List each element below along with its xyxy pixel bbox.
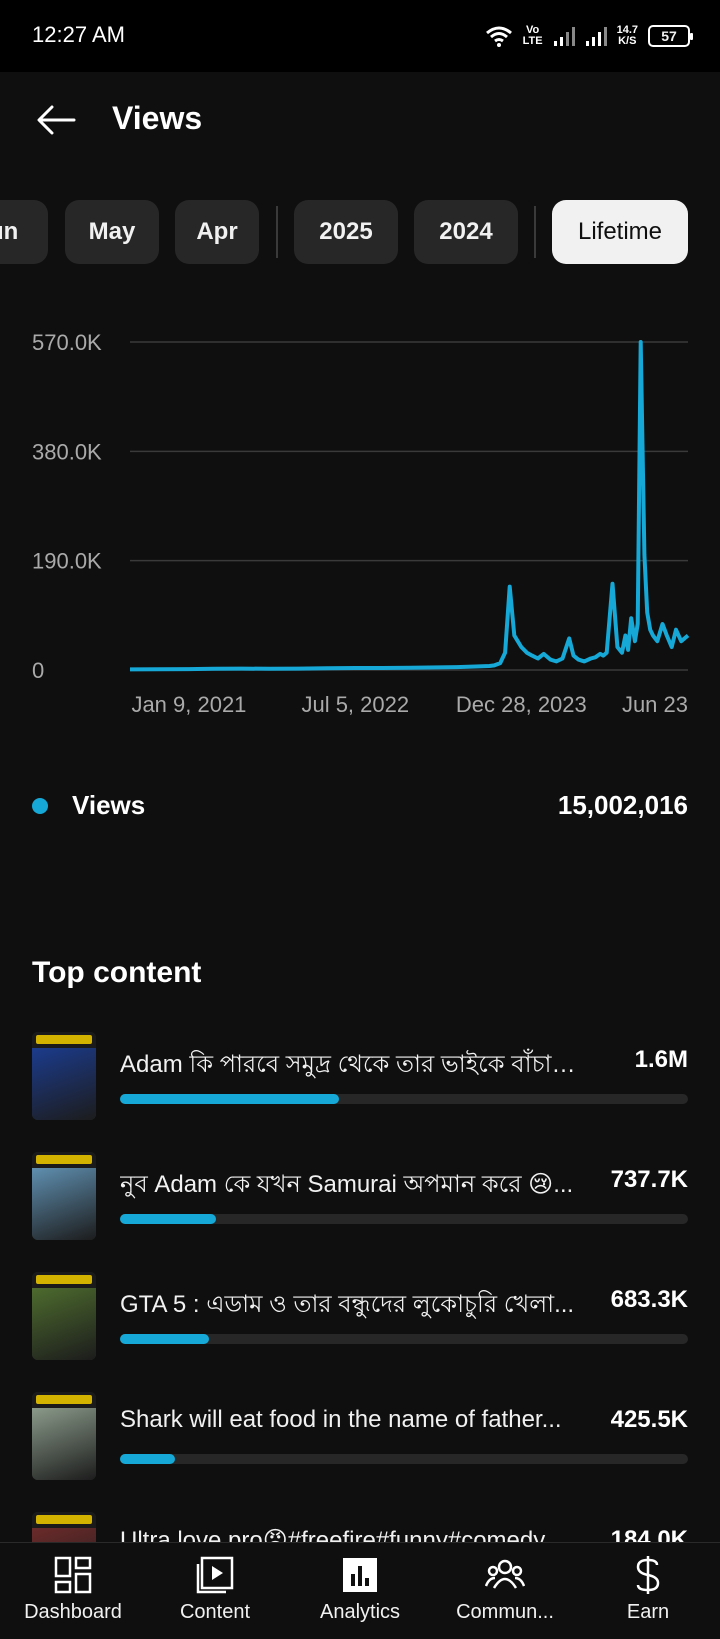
wifi-icon xyxy=(485,26,512,47)
bottom-nav: Dashboard Content Analytics Commun... Ea… xyxy=(0,1542,720,1639)
views-bar-fill xyxy=(120,1214,216,1224)
video-views: 683.3K xyxy=(610,1286,688,1313)
chip-apr[interactable]: Apr xyxy=(175,200,259,264)
header: Views xyxy=(0,72,720,168)
nav-label: Content xyxy=(179,1601,251,1623)
community-icon xyxy=(485,1555,525,1595)
views-bar-fill xyxy=(120,1334,210,1344)
video-views: 184.0K xyxy=(610,1526,688,1542)
battery-icon: 57 xyxy=(648,25,693,47)
legend-total-value: 15,002,016 xyxy=(557,790,688,820)
video-title: Ultra love pro😡#freefire#funny#comedy... xyxy=(120,1527,564,1542)
top-content-list: Adam কি পারবে সমুদ্র থেকে তার ভাইকে বাঁচ… xyxy=(32,1032,688,1542)
status-bar: 12:27 AM Vo LTE 14.7 K/S 57 xyxy=(0,0,720,72)
video-thumbnail xyxy=(32,1152,96,1240)
views-bar-fill xyxy=(120,1094,339,1104)
content-item[interactable]: Adam কি পারবে সমুদ্র থেকে তার ভাইকে বাঁচ… xyxy=(32,1032,688,1122)
views-bar-fill xyxy=(120,1454,176,1464)
thumbnail-image xyxy=(32,1168,96,1240)
chip-divider xyxy=(276,206,278,258)
nav-earn[interactable]: Earn xyxy=(600,1543,696,1639)
status-icons: Vo LTE 14.7 K/S 57 xyxy=(485,22,693,50)
analytics-icon xyxy=(340,1555,380,1595)
legend-label: Views xyxy=(72,790,146,820)
x-tick-label: Dec 28, 2023 xyxy=(456,692,587,717)
views-series-line xyxy=(129,340,690,672)
nav-label: Commun... xyxy=(456,1601,554,1623)
chip-may[interactable]: May xyxy=(65,200,159,264)
volte-indicator: Vo LTE xyxy=(522,24,543,47)
thumbnail-image xyxy=(32,1528,96,1542)
chip-divider xyxy=(534,206,536,258)
content-icon xyxy=(195,1555,235,1595)
content-item[interactable]: নুব Adam কে যখন Samurai অপমান করে 😢... 73… xyxy=(32,1152,688,1242)
video-thumbnail xyxy=(32,1392,96,1480)
video-thumbnail xyxy=(32,1272,96,1360)
period-chips: Jun May Apr 2025 2024 Lifetime xyxy=(0,200,720,264)
views-bar-track xyxy=(120,1214,688,1224)
nav-label: Earn xyxy=(626,1601,670,1623)
nav-dashboard[interactable]: Dashboard xyxy=(12,1543,134,1639)
video-views: 425.5K xyxy=(610,1406,688,1433)
chip-lifetime[interactable]: Lifetime xyxy=(552,200,688,264)
views-bar-track xyxy=(120,1454,688,1464)
y-tick-label: 190.0K xyxy=(32,549,102,574)
y-tick-label: 0 xyxy=(32,658,44,683)
content-item[interactable]: GTA 5 : এডাম ও তার বন্ধুদের লুকোচুরি খেল… xyxy=(32,1272,688,1362)
legend-dot xyxy=(32,798,48,814)
views-bar-track xyxy=(120,1334,688,1344)
dashboard-icon xyxy=(53,1555,93,1595)
signal-icon xyxy=(553,27,575,46)
page-title: Views xyxy=(112,100,203,136)
video-title: নুব Adam কে যখন Samurai অপমান করে 😢... xyxy=(120,1171,574,1198)
thumbnail-image xyxy=(32,1288,96,1360)
nav-label: Dashboard xyxy=(24,1601,122,1623)
network-speed: 14.7 K/S xyxy=(616,24,638,47)
nav-label: Analytics xyxy=(319,1601,401,1623)
nav-content[interactable]: Content xyxy=(160,1543,270,1639)
video-title: GTA 5 : এডাম ও তার বন্ধুদের লুকোচুরি খেল… xyxy=(120,1291,575,1318)
earn-icon xyxy=(628,1555,668,1595)
thumbnail-image xyxy=(32,1048,96,1120)
signal-icon-2 xyxy=(585,27,607,46)
views-chart: 570.0K 380.0K 190.0K 0 Jan 9, 2021 Jul 5, 202… xyxy=(0,320,720,730)
nav-community[interactable]: Commun... xyxy=(446,1543,564,1639)
content-item[interactable]: Ultra love pro😡#freefire#funny#comedy...… xyxy=(32,1512,688,1542)
y-tick-label: 380.0K xyxy=(32,439,102,464)
x-tick-label: Jun 23 xyxy=(622,692,688,717)
chip-2024[interactable]: 2024 xyxy=(414,200,518,264)
y-tick-label: 570.0K xyxy=(32,330,102,355)
video-title: Shark will eat food in the name of fathe… xyxy=(120,1406,562,1433)
x-tick-label: Jul 5, 2022 xyxy=(301,692,409,717)
views-bar-track xyxy=(120,1094,688,1104)
battery-level: 57 xyxy=(661,28,677,44)
nav-analytics[interactable]: Analytics xyxy=(300,1543,420,1639)
video-views: 1.6M xyxy=(634,1046,688,1073)
video-title: Adam কি পারবে সমুদ্র থেকে তার ভাইকে বাঁচ… xyxy=(120,1051,590,1078)
content-item[interactable]: Shark will eat food in the name of fathe… xyxy=(32,1392,688,1482)
back-button[interactable] xyxy=(32,96,80,144)
back-arrow-icon xyxy=(37,105,76,135)
x-tick-label: Jan 9, 2021 xyxy=(131,692,246,717)
top-content-title: Top content xyxy=(32,956,202,989)
video-thumbnail xyxy=(32,1512,96,1542)
video-views: 737.7K xyxy=(610,1166,688,1193)
thumbnail-image xyxy=(32,1408,96,1480)
chart-legend: Views 15,002,016 xyxy=(32,786,688,826)
status-time: 12:27 AM xyxy=(32,22,125,47)
chip-2025[interactable]: 2025 xyxy=(294,200,398,264)
views-chart-svg: 570.0K 380.0K 190.0K 0 Jan 9, 2021 Jul 5, 202… xyxy=(32,330,690,717)
video-thumbnail xyxy=(32,1032,96,1120)
chip-jun[interactable]: Jun xyxy=(0,200,48,264)
